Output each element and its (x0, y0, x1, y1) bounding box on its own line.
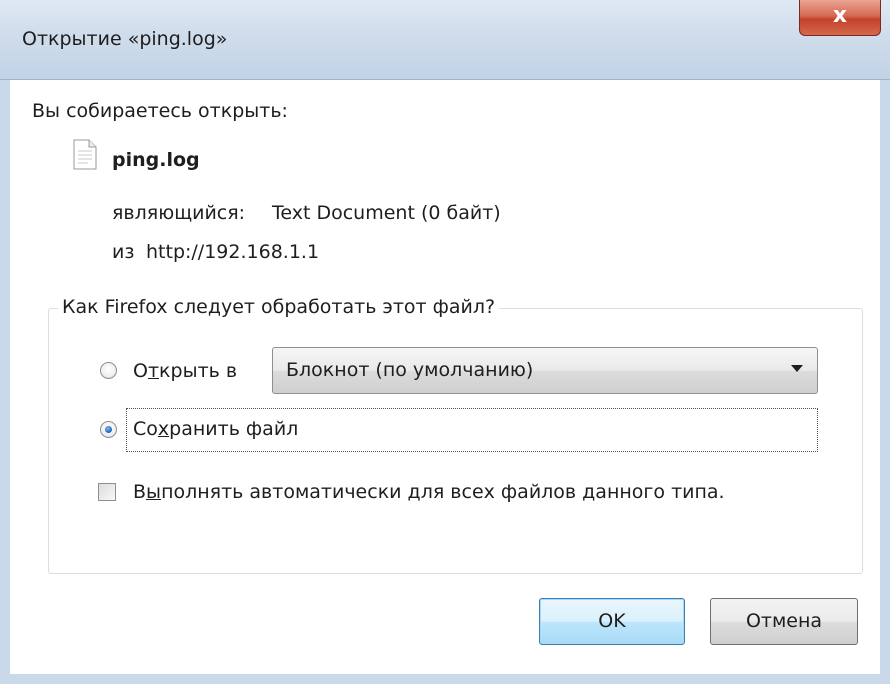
ok-button[interactable]: OK (539, 598, 685, 645)
window-frame-right (880, 80, 890, 684)
cancel-button[interactable]: Отмена (710, 598, 858, 645)
save-file-radio[interactable] (100, 421, 117, 438)
close-icon: x (832, 3, 848, 28)
window-title: Открытие «ping.log» (22, 28, 228, 50)
radio-selected-indicator (105, 426, 112, 433)
text-file-icon (73, 139, 97, 170)
window-frame-bottom (0, 674, 890, 684)
window-frame-left (0, 80, 10, 684)
action-group-title: Как Firefox следует обработать этот файл… (58, 296, 500, 318)
title-bar: Открытие «ping.log» x (0, 0, 890, 80)
auto-action-label[interactable]: Выполнять автоматически для всех файлов … (133, 481, 725, 503)
application-select[interactable]: Блокнот (по умолчанию) (272, 347, 818, 394)
type-value: Text Document (0 байт) (272, 202, 501, 224)
from-label: из (112, 241, 135, 263)
save-file-label[interactable]: Сохранить файл (133, 418, 298, 440)
file-name: ping.log (112, 149, 200, 171)
open-with-label[interactable]: Открыть в (133, 360, 237, 382)
close-button[interactable]: x (799, 0, 881, 36)
from-value: http://192.168.1.1 (146, 241, 320, 263)
application-select-value: Блокнот (по умолчанию) (286, 359, 534, 381)
type-label: являющийся: (112, 202, 246, 224)
open-with-radio[interactable] (100, 362, 117, 379)
chevron-down-icon (791, 365, 803, 372)
intro-text: Вы собираетесь открыть: (32, 100, 288, 122)
auto-action-checkbox[interactable] (98, 483, 116, 501)
